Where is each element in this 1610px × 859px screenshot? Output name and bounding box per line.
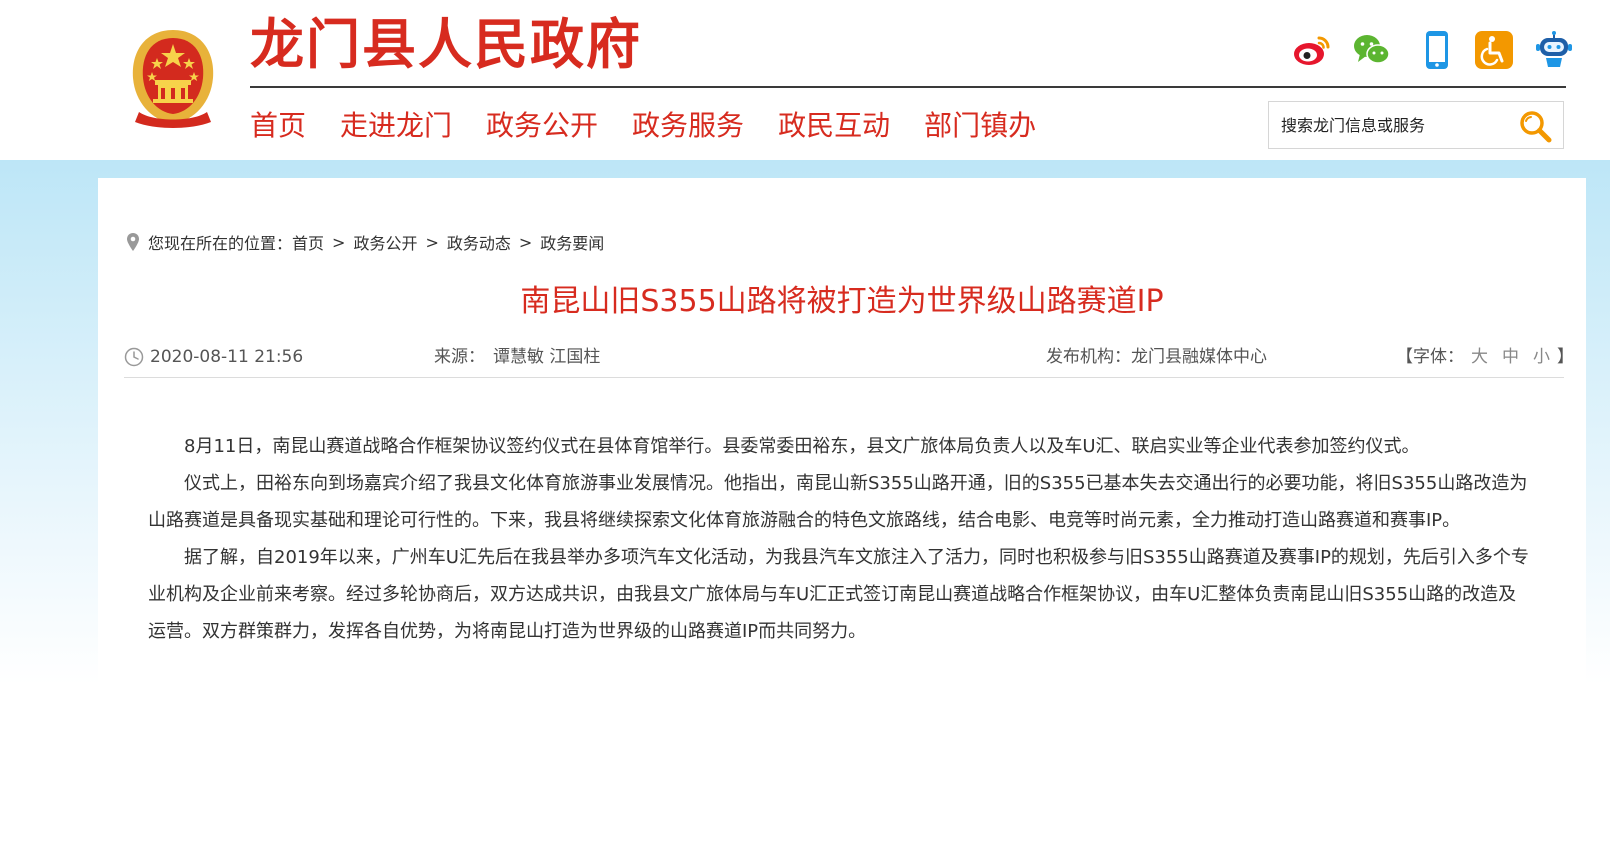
article-source: 来源： 谭慧敏 江国柱 [434, 344, 600, 370]
font-size-close-bracket: 】 [1557, 347, 1574, 367]
breadcrumb-separator: > [332, 232, 346, 252]
source-value: 谭慧敏 江国柱 [493, 347, 601, 367]
breadcrumb-separator: > [425, 232, 439, 252]
source-label: 来源： [434, 347, 485, 367]
breadcrumb-prefix: 您现在所在的位置： [148, 234, 293, 253]
font-size-label: 【字体： [1396, 347, 1464, 367]
nav-about-longmen[interactable]: 走进龙门 [340, 104, 452, 148]
clock-icon [124, 347, 144, 367]
breadcrumb-government-affairs[interactable]: 政务公开 [353, 230, 417, 254]
article-publisher: 发布机构： 龙门县融媒体中心 [1046, 344, 1267, 370]
meta-divider [124, 377, 1564, 378]
article-title: 南昆山旧S355山路将被打造为世界级山路赛道IP [520, 284, 1164, 319]
article-paragraph: 仪式上，田裕东向到场嘉宾介绍了我县文化体育旅游事业发展情况。他指出，南昆山新S3… [148, 473, 1528, 531]
search-icon[interactable] [1517, 108, 1553, 144]
site-title[interactable]: 龙门县人民政府 [250, 10, 642, 80]
breadcrumb-home[interactable]: 首页 [292, 230, 324, 254]
publisher-value: 龙门县融媒体中心 [1131, 347, 1267, 367]
font-size-large-button[interactable]: 大 [1471, 344, 1488, 370]
wechat-icon[interactable] [1352, 30, 1392, 70]
search-input[interactable] [1281, 112, 1501, 138]
location-pin-icon [126, 232, 140, 252]
article-paragraph: 8月11日，南昆山赛道战略合作框架协议签约仪式在县体育馆举行。县委常委田裕东，县… [184, 436, 1420, 457]
nav-government-affairs[interactable]: 政务公开 [486, 104, 598, 148]
breadcrumb-headlines[interactable]: 政务要闻 [540, 230, 604, 254]
font-size-small-button[interactable]: 小 [1533, 344, 1550, 370]
mobile-icon[interactable] [1417, 30, 1457, 70]
breadcrumb-government-news[interactable]: 政务动态 [447, 230, 511, 254]
publish-date: 2020-08-11 21:56 [150, 347, 304, 367]
nav-government-services[interactable]: 政务服务 [632, 104, 744, 148]
breadcrumb: 您现在所在的位置： 首页 > 政务公开 > 政务动态 > 政务要闻 [126, 230, 604, 254]
publisher-label: 发布机构： [1046, 347, 1131, 367]
article-date: 2020-08-11 21:56 [124, 344, 303, 370]
main-nav: 首页 走进龙门 政务公开 政务服务 政民互动 部门镇办 [250, 104, 1070, 148]
font-size-medium-button[interactable]: 中 [1502, 344, 1519, 370]
robot-icon[interactable] [1534, 30, 1574, 70]
article-body: 8月11日，南昆山赛道战略合作框架协议签约仪式在县体育馆举行。县委常委田裕东，县… [148, 428, 1532, 650]
site-header: 龙门县人民政府 首页 走进龙门 政务公开 政务服务 政民互动 部门镇办 搜索龙门… [0, 0, 1610, 160]
nav-home[interactable]: 首页 [250, 104, 306, 148]
header-divider [250, 86, 1566, 88]
breadcrumb-separator: > [518, 232, 533, 252]
national-emblem-logo[interactable] [125, 24, 221, 128]
search-box [1268, 101, 1564, 149]
font-size-control: 【字体： 大 中 小 】 [1396, 344, 1574, 370]
accessibility-icon[interactable] [1474, 30, 1514, 70]
article-paragraph: 据了解，自2019年以来，广州车U汇先后在我县举办多项汽车文化活动，为我县汽车文… [148, 547, 1529, 642]
nav-public-interaction[interactable]: 政民互动 [778, 104, 890, 148]
weibo-icon[interactable] [1292, 30, 1332, 70]
nav-departments-towns[interactable]: 部门镇办 [924, 104, 1036, 148]
